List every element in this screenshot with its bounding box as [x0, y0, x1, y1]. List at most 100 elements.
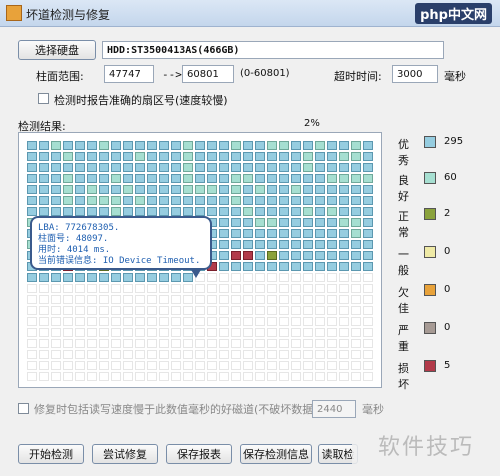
- sector-cell[interactable]: [39, 361, 49, 370]
- sector-cell[interactable]: [99, 185, 109, 194]
- sector-cell[interactable]: [39, 317, 49, 326]
- sector-cell[interactable]: [267, 251, 277, 260]
- sector-cell[interactable]: [255, 141, 265, 150]
- sector-cell[interactable]: [183, 372, 193, 381]
- sector-cell[interactable]: [147, 372, 157, 381]
- sector-cell[interactable]: [267, 196, 277, 205]
- sector-cell[interactable]: [327, 207, 337, 216]
- sector-cell[interactable]: [63, 317, 73, 326]
- sector-cell[interactable]: [63, 174, 73, 183]
- sector-cell[interactable]: [315, 251, 325, 260]
- sector-cell[interactable]: [267, 152, 277, 161]
- sector-cell[interactable]: [363, 240, 373, 249]
- sector-cell[interactable]: [291, 207, 301, 216]
- sector-cell[interactable]: [363, 218, 373, 227]
- sector-cell[interactable]: [99, 152, 109, 161]
- sector-cell[interactable]: [279, 317, 289, 326]
- sector-cell[interactable]: [351, 273, 361, 282]
- sector-cell[interactable]: [351, 317, 361, 326]
- sector-cell[interactable]: [339, 317, 349, 326]
- sector-cell[interactable]: [243, 350, 253, 359]
- sector-cell[interactable]: [207, 207, 217, 216]
- sector-cell[interactable]: [255, 372, 265, 381]
- sector-cell[interactable]: [135, 306, 145, 315]
- sector-cell[interactable]: [291, 251, 301, 260]
- sector-cell[interactable]: [135, 174, 145, 183]
- sector-cell[interactable]: [207, 306, 217, 315]
- sector-cell[interactable]: [183, 196, 193, 205]
- sector-cell[interactable]: [123, 284, 133, 293]
- sector-cell[interactable]: [303, 152, 313, 161]
- sector-cell[interactable]: [147, 163, 157, 172]
- sector-cell[interactable]: [87, 328, 97, 337]
- sector-cell[interactable]: [351, 152, 361, 161]
- sector-cell[interactable]: [255, 306, 265, 315]
- sector-cell[interactable]: [255, 229, 265, 238]
- sector-cell[interactable]: [231, 207, 241, 216]
- sector-cell[interactable]: [75, 361, 85, 370]
- sector-cell[interactable]: [75, 196, 85, 205]
- sector-cell[interactable]: [195, 207, 205, 216]
- cylinder-from-input[interactable]: 47747: [104, 65, 154, 83]
- sector-cell[interactable]: [51, 207, 61, 216]
- sector-cell[interactable]: [315, 240, 325, 249]
- sector-cell[interactable]: [291, 328, 301, 337]
- sector-cell[interactable]: [195, 196, 205, 205]
- sector-cell[interactable]: [279, 306, 289, 315]
- sector-cell[interactable]: [255, 240, 265, 249]
- sector-cell[interactable]: [147, 350, 157, 359]
- sector-cell[interactable]: [243, 218, 253, 227]
- sector-cell[interactable]: [159, 306, 169, 315]
- sector-cell[interactable]: [27, 306, 37, 315]
- sector-cell[interactable]: [219, 361, 229, 370]
- sector-cell[interactable]: [51, 163, 61, 172]
- sector-cell[interactable]: [87, 152, 97, 161]
- sector-cell[interactable]: [339, 240, 349, 249]
- sector-cell[interactable]: [219, 273, 229, 282]
- sector-cell[interactable]: [291, 185, 301, 194]
- sector-cell[interactable]: [159, 174, 169, 183]
- repair-slow-checkbox[interactable]: [18, 403, 29, 414]
- sector-cell[interactable]: [63, 328, 73, 337]
- sector-cell[interactable]: [219, 372, 229, 381]
- sector-cell[interactable]: [363, 273, 373, 282]
- sector-cell[interactable]: [267, 328, 277, 337]
- sector-cell[interactable]: [99, 207, 109, 216]
- sector-cell[interactable]: [27, 372, 37, 381]
- sector-cell[interactable]: [195, 317, 205, 326]
- sector-cell[interactable]: [207, 185, 217, 194]
- sector-cell[interactable]: [171, 350, 181, 359]
- sector-cell[interactable]: [291, 218, 301, 227]
- sector-cell[interactable]: [267, 141, 277, 150]
- sector-cell[interactable]: [315, 372, 325, 381]
- sector-cell[interactable]: [147, 317, 157, 326]
- sector-cell[interactable]: [27, 295, 37, 304]
- sector-cell[interactable]: [183, 152, 193, 161]
- sector-cell[interactable]: [279, 295, 289, 304]
- sector-cell[interactable]: [231, 218, 241, 227]
- sector-cell[interactable]: [291, 229, 301, 238]
- sector-cell[interactable]: [279, 196, 289, 205]
- sector-cell[interactable]: [255, 152, 265, 161]
- sector-cell[interactable]: [207, 163, 217, 172]
- sector-cell[interactable]: [207, 196, 217, 205]
- sector-cell[interactable]: [363, 196, 373, 205]
- sector-cell[interactable]: [111, 185, 121, 194]
- sector-cell[interactable]: [51, 328, 61, 337]
- sector-cell[interactable]: [111, 152, 121, 161]
- sector-cell[interactable]: [315, 141, 325, 150]
- sector-cell[interactable]: [303, 207, 313, 216]
- sector-cell[interactable]: [231, 152, 241, 161]
- sector-cell[interactable]: [159, 372, 169, 381]
- sector-cell[interactable]: [243, 185, 253, 194]
- sector-cell[interactable]: [159, 273, 169, 282]
- sector-cell[interactable]: [27, 196, 37, 205]
- sector-cell[interactable]: [231, 229, 241, 238]
- sector-cell[interactable]: [291, 339, 301, 348]
- sector-cell[interactable]: [135, 152, 145, 161]
- sector-cell[interactable]: [291, 196, 301, 205]
- sector-cell[interactable]: [351, 295, 361, 304]
- sector-cell[interactable]: [231, 295, 241, 304]
- sector-cell[interactable]: [171, 152, 181, 161]
- sector-cell[interactable]: [339, 295, 349, 304]
